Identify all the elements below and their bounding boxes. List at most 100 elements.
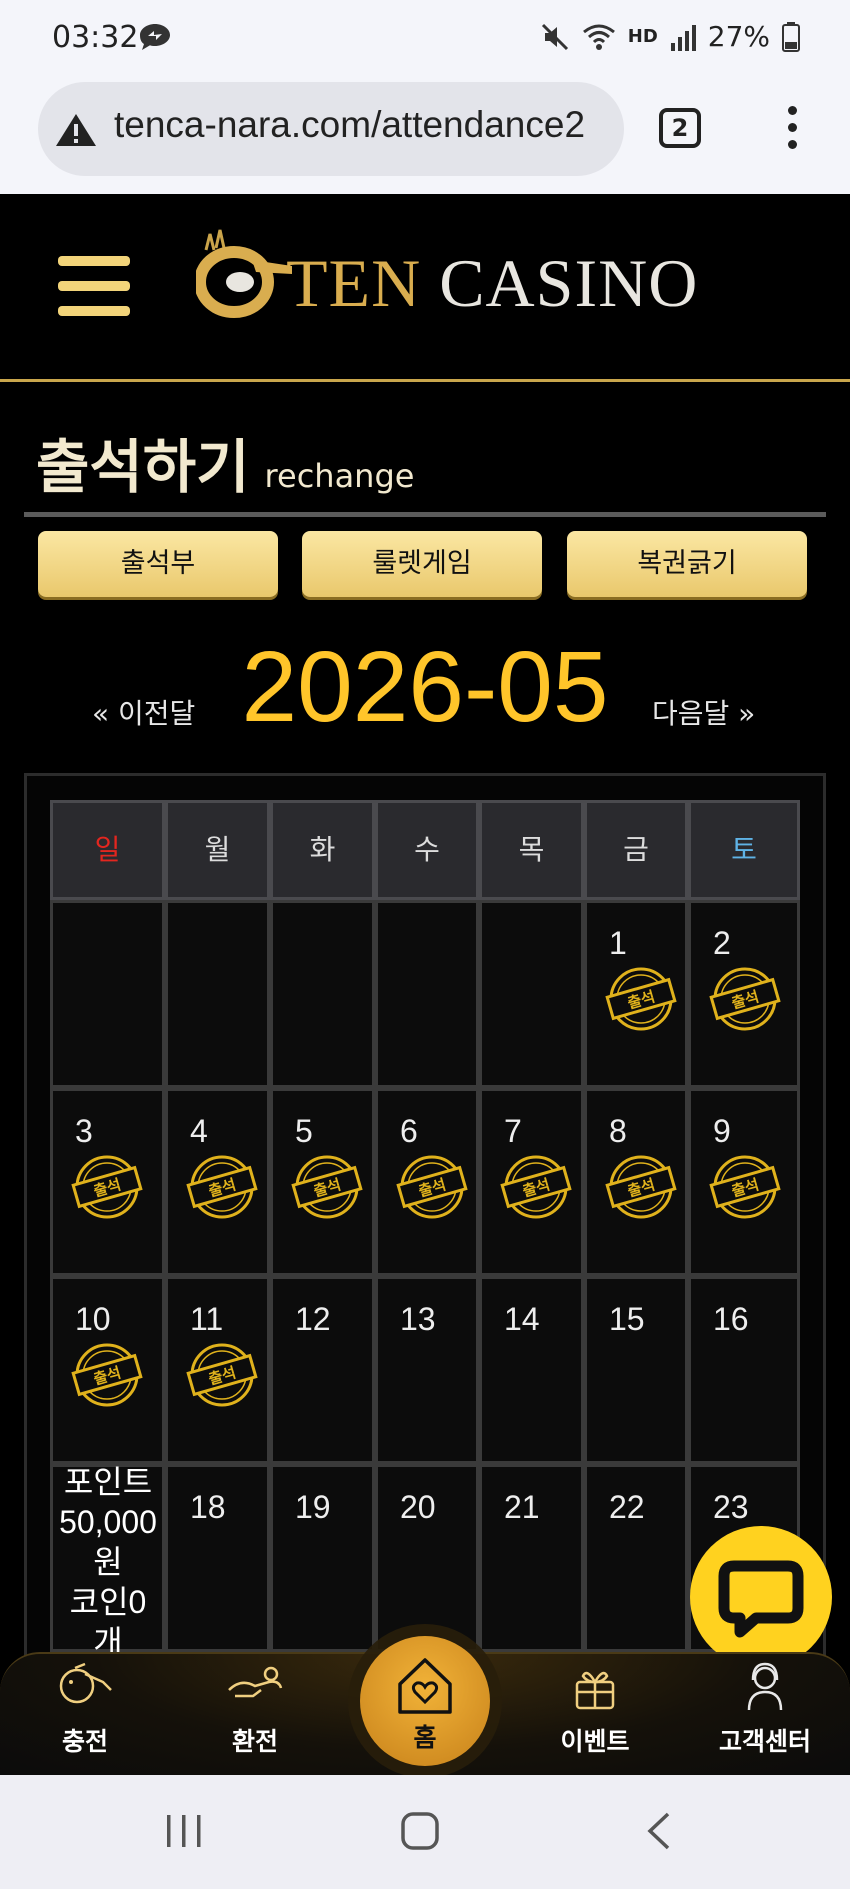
nav-deposit[interactable]: 충전 — [10, 1660, 160, 1758]
attendance-stamp-icon: 출석 — [186, 1155, 258, 1219]
battery-icon — [782, 21, 800, 52]
tab-scratch-lottery[interactable]: 복권긁기 — [567, 531, 807, 597]
attendance-stamp-icon: 출석 — [71, 1343, 143, 1407]
coin-label: 코인0 — [69, 1584, 147, 1620]
exchange-hand-icon — [228, 1666, 283, 1698]
calendar-day-12[interactable]: 12 — [270, 1276, 375, 1464]
nav-withdraw-label: 환전 — [231, 1727, 278, 1756]
weekday-header-mon: 월 — [165, 800, 270, 900]
calendar-day-7[interactable]: 7 출석 — [479, 1088, 584, 1276]
weekday-header-sat: 토 — [688, 800, 800, 900]
calendar-day-18[interactable]: 18 — [165, 1464, 270, 1652]
points-label: 포인트 — [63, 1464, 153, 1500]
message-notification-icon — [140, 24, 170, 50]
calendar-empty-cell — [479, 900, 584, 1088]
day-number: 15 — [609, 1301, 645, 1337]
calendar-day-2[interactable]: 2 출석 — [688, 900, 800, 1088]
status-time: 03:32 — [52, 20, 139, 55]
nav-customer-center-label: 고객센터 — [718, 1727, 811, 1756]
day-number: 9 — [713, 1113, 731, 1149]
battery-percent: 27% — [707, 20, 770, 53]
weekday-header-thu: 목 — [479, 800, 584, 900]
weekday-header-fri: 금 — [584, 800, 688, 900]
day-number: 8 — [609, 1113, 627, 1149]
day-number: 23 — [713, 1489, 749, 1525]
page-title-korean: 출석하기 — [36, 433, 250, 501]
attendance-stamp-icon: 출석 — [500, 1155, 572, 1219]
points-value: 50,000 — [59, 1504, 157, 1540]
calendar-day-10[interactable]: 10 출석 — [50, 1276, 165, 1464]
prev-month-link[interactable]: « 이전달 — [92, 692, 195, 732]
day-number: 6 — [400, 1113, 418, 1149]
logo-ten-text: TEN — [286, 245, 422, 321]
calendar-day-11[interactable]: 11 출석 — [165, 1276, 270, 1464]
calendar-day-9[interactable]: 9 출석 — [688, 1088, 800, 1276]
calendar-day-13[interactable]: 13 — [375, 1276, 479, 1464]
nav-withdraw[interactable]: 환전 — [180, 1660, 330, 1758]
weekday-header-sun: 일 — [50, 800, 165, 900]
attendance-stamp-icon: 출석 — [709, 967, 781, 1031]
day-number: 11 — [190, 1301, 224, 1337]
calendar-day-8[interactable]: 8 출석 — [584, 1088, 688, 1276]
nav-customer-center[interactable]: 고객센터 — [690, 1660, 840, 1758]
calendar-day-16[interactable]: 16 — [688, 1276, 800, 1464]
day-number: 5 — [295, 1113, 313, 1149]
nav-home-label: 홈 — [413, 1723, 437, 1752]
calendar-day-21[interactable]: 21 — [479, 1464, 584, 1652]
calendar-day-15[interactable]: 15 — [584, 1276, 688, 1464]
day-number: 14 — [504, 1301, 540, 1337]
nav-home[interactable]: 홈 — [360, 1636, 490, 1766]
hamburger-menu-icon[interactable] — [58, 256, 130, 318]
day-number: 1 — [609, 925, 627, 961]
browser-menu-icon[interactable] — [784, 106, 800, 152]
day-number: 16 — [713, 1301, 749, 1337]
attendance-stamp-icon: 출석 — [605, 1155, 677, 1219]
attendance-stamp-icon: 출석 — [186, 1343, 258, 1407]
home-square-icon[interactable] — [400, 1811, 440, 1851]
piggy-bank-icon — [59, 1662, 112, 1704]
calendar-day-6[interactable]: 6 출석 — [375, 1088, 479, 1276]
calendar-day-22[interactable]: 22 — [584, 1464, 688, 1652]
nav-event-label: 이벤트 — [560, 1727, 630, 1756]
weekday-header-wed: 수 — [375, 800, 479, 900]
calendar-day-1[interactable]: 1 출석 — [584, 900, 688, 1088]
calendar-empty-cell — [375, 900, 479, 1088]
calendar-day-20[interactable]: 20 — [375, 1464, 479, 1652]
ten-casino-logo[interactable]: TEN CASINO — [196, 226, 697, 336]
attendance-stamp-icon: 출석 — [709, 1155, 781, 1219]
not-secure-warning-icon[interactable] — [54, 112, 98, 148]
attendance-stamp-icon: 출석 — [396, 1155, 468, 1219]
next-month-link[interactable]: 다음달 » — [652, 692, 755, 732]
tab-attendance[interactable]: 출석부 — [38, 531, 278, 597]
tab-switcher-button[interactable]: 2 — [659, 108, 701, 148]
chat-bubble-icon — [718, 1560, 804, 1638]
calendar-day-4[interactable]: 4 출석 — [165, 1088, 270, 1276]
back-icon[interactable] — [640, 1811, 680, 1851]
live-chat-button[interactable] — [690, 1526, 832, 1668]
calendar-day-3[interactable]: 3 출석 — [50, 1088, 165, 1276]
calendar-day-5[interactable]: 5 출석 — [270, 1088, 375, 1276]
status-bar: 03:32 HD 27% — [0, 0, 850, 76]
logo-emblem-icon — [196, 229, 292, 318]
day-number: 4 — [190, 1113, 208, 1149]
day-number: 3 — [75, 1113, 93, 1149]
day-number: 13 — [400, 1301, 436, 1337]
calendar-empty-cell — [270, 900, 375, 1088]
logo-casino-text: CASINO — [439, 245, 699, 321]
points-panel: 포인트 50,000 원 코인0 개 — [50, 1462, 166, 1662]
calendar-day-19[interactable]: 19 — [270, 1464, 375, 1652]
page-subtitle: rechange — [264, 457, 415, 495]
nav-event[interactable]: 이벤트 — [520, 1660, 670, 1758]
day-number: 7 — [504, 1113, 522, 1149]
calendar-day-14[interactable]: 14 — [479, 1276, 584, 1464]
browser-toolbar: tenca-nara.com/attendance2 2 — [0, 76, 850, 194]
title-divider — [24, 512, 826, 517]
day-number: 10 — [75, 1301, 111, 1337]
tab-roulette[interactable]: 룰렛게임 — [302, 531, 542, 597]
status-right-icons: HD 27% — [540, 20, 800, 53]
signal-icon — [670, 24, 696, 51]
day-number: 19 — [295, 1489, 331, 1525]
url-text[interactable]: tenca-nara.com/attendance2 — [114, 104, 585, 146]
recent-apps-icon[interactable] — [164, 1811, 204, 1851]
address-bar[interactable]: tenca-nara.com/attendance2 — [38, 82, 624, 176]
